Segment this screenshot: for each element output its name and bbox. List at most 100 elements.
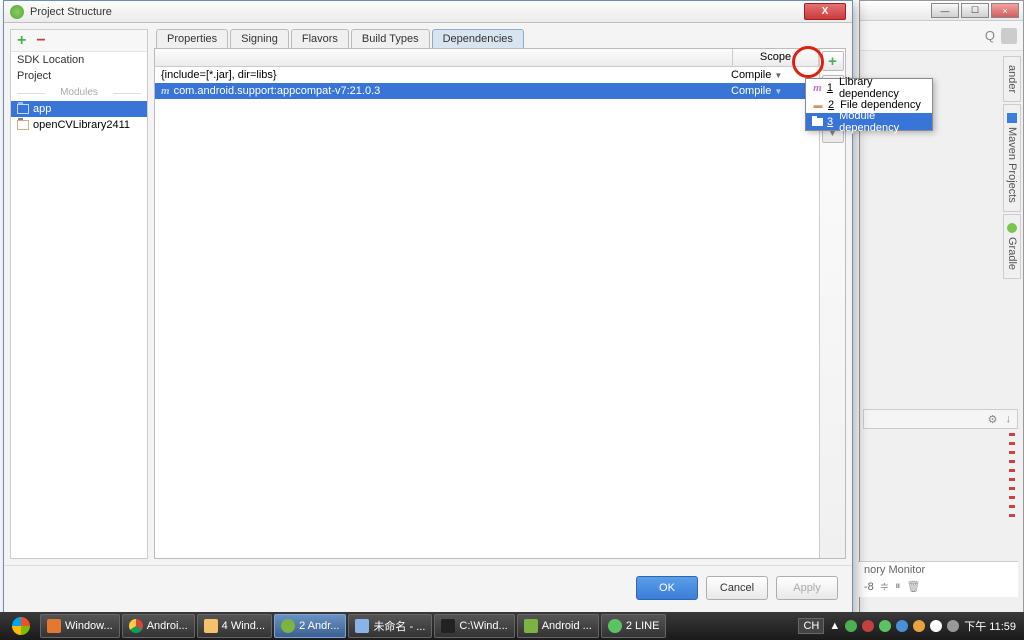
sidebar-add-icon[interactable]: + xyxy=(17,33,26,49)
sidebar-module-app[interactable]: app xyxy=(11,101,147,117)
ok-button[interactable]: OK xyxy=(636,576,698,600)
bg-toolbar: Q xyxy=(860,21,1023,51)
chevron-down-icon[interactable]: ▼ xyxy=(774,87,782,96)
sidebar-separator-modules: Modules xyxy=(11,84,147,101)
explorer-icon xyxy=(204,619,218,633)
bg-minimize-button[interactable]: — xyxy=(931,3,959,18)
sidebar-item-sdk-location[interactable]: SDK Location xyxy=(11,52,147,68)
taskbar-item[interactable]: Androi... xyxy=(122,614,195,638)
chevron-down-icon[interactable]: ▼ xyxy=(774,71,782,80)
popup-hotkey: 1 xyxy=(827,82,833,94)
memory-monitor: nory Monitor -8 ≑ ⏸ 🗑 xyxy=(858,561,1018,597)
tab-signing[interactable]: Signing xyxy=(230,29,289,48)
right-tab-maven[interactable]: Maven Projects xyxy=(1003,104,1021,212)
tray-icon[interactable] xyxy=(913,620,925,632)
popup-module-dependency[interactable]: 3 Module dependency xyxy=(806,113,932,130)
language-indicator[interactable]: CH xyxy=(798,618,824,634)
chrome-icon xyxy=(129,619,143,633)
apply-button[interactable]: Apply xyxy=(776,576,838,600)
tab-dependencies[interactable]: Dependencies xyxy=(432,29,524,48)
project-structure-dialog: Project Structure X + − SDK Location Pro… xyxy=(3,0,853,618)
dependency-name: {include=[*.jar], dir=libs} xyxy=(161,69,277,81)
windows-logo-icon xyxy=(12,617,30,635)
bg-tool-buttons: ⚙ ↓ xyxy=(863,409,1018,429)
system-tray: CH ▲ 下午 11:59 xyxy=(798,618,1020,634)
arrow-down-icon[interactable]: ↓ xyxy=(1006,413,1012,425)
cmd-icon xyxy=(441,619,455,633)
taskbar-item[interactable]: Window... xyxy=(40,614,120,638)
sidebar-module-label: openCVLibrary2411 xyxy=(33,119,130,131)
tray-icon[interactable] xyxy=(879,620,891,632)
bg-titlebar: — ☐ × xyxy=(860,1,1023,21)
taskbar: Window... Androi... 4 Wind... 2 Andr... … xyxy=(0,612,1024,640)
tray-icon[interactable] xyxy=(896,620,908,632)
right-tab-gradle[interactable]: Gradle xyxy=(1003,214,1021,279)
maven-icon: m xyxy=(161,85,170,97)
tab-bar: Properties Signing Flavors Build Types D… xyxy=(154,29,846,48)
error-stripe xyxy=(1009,433,1015,523)
dialog-app-icon xyxy=(10,5,24,19)
bg-maximize-button[interactable]: ☐ xyxy=(961,3,989,18)
popup-item-label: Module dependency xyxy=(839,110,926,134)
bg-close-button[interactable]: × xyxy=(991,3,1019,18)
file-stack-icon: ▬ xyxy=(814,100,823,110)
bg-right-tabs: ander Maven Projects Gradle xyxy=(1003,56,1023,281)
dialog-footer: OK Cancel Apply xyxy=(4,565,852,609)
memory-monitor-title: nory Monitor xyxy=(864,564,1012,576)
taskbar-item[interactable]: 2 Andr... xyxy=(274,614,346,638)
folder-icon xyxy=(17,104,29,114)
dependency-scope: Compile xyxy=(731,69,771,81)
popup-library-dependency[interactable]: m 1 Library dependency xyxy=(806,79,932,96)
dependency-scope: Compile xyxy=(731,85,771,97)
sidebar-item-project[interactable]: Project xyxy=(11,68,147,84)
tray-icon[interactable] xyxy=(947,620,959,632)
maven-icon: m xyxy=(813,82,822,94)
tray-icon[interactable] xyxy=(845,620,857,632)
dependency-row[interactable]: m com.android.support:appcompat-v7:21.0.… xyxy=(155,83,819,99)
folder-icon xyxy=(812,118,823,126)
dependencies-area: Scope {include=[*.jar], dir=libs} Compil… xyxy=(154,48,846,559)
popup-hotkey: 3 xyxy=(827,116,833,128)
dependency-name: com.android.support:appcompat-v7:21.0.3 xyxy=(174,85,381,97)
dialog-titlebar[interactable]: Project Structure X xyxy=(4,1,852,23)
taskbar-item[interactable]: Android ... xyxy=(517,614,599,638)
trash-icon[interactable]: 🗑 xyxy=(907,580,921,593)
clock[interactable]: 下午 11:59 xyxy=(964,618,1016,634)
popup-hotkey: 2 xyxy=(828,99,834,111)
folder-icon xyxy=(17,120,29,130)
tray-arrow-icon[interactable]: ▲ xyxy=(829,620,840,632)
taskbar-item[interactable]: 4 Wind... xyxy=(197,614,272,638)
tray-icon[interactable] xyxy=(862,620,874,632)
tray-icon[interactable] xyxy=(930,620,942,632)
add-dependency-button[interactable]: + xyxy=(822,51,844,71)
sidebar-remove-icon[interactable]: − xyxy=(36,33,45,49)
start-button[interactable] xyxy=(4,613,38,639)
header-name-col[interactable] xyxy=(155,49,733,66)
sidebar-toolbar: + − xyxy=(11,30,147,52)
add-dependency-popup: m 1 Library dependency ▬ 2 File dependen… xyxy=(805,78,933,131)
dialog-title: Project Structure xyxy=(30,6,804,18)
header-scope-col[interactable]: Scope xyxy=(733,49,819,66)
memory-level: -8 xyxy=(864,581,874,593)
dialog-close-button[interactable]: X xyxy=(804,3,846,20)
tab-properties[interactable]: Properties xyxy=(156,29,228,48)
tab-flavors[interactable]: Flavors xyxy=(291,29,349,48)
taskbar-item[interactable]: 未命名 - ... xyxy=(348,614,432,638)
sidebar-module-opencv[interactable]: openCVLibrary2411 xyxy=(11,117,147,133)
android-icon xyxy=(524,619,538,633)
search-icon[interactable]: Q xyxy=(985,28,995,43)
tab-build-types[interactable]: Build Types xyxy=(351,29,430,48)
memory-suffix-icon: ≑ xyxy=(880,580,889,593)
cancel-button[interactable]: Cancel xyxy=(706,576,768,600)
paint-icon xyxy=(355,619,369,633)
right-tab-commander[interactable]: ander xyxy=(1003,56,1021,102)
taskbar-item[interactable]: C:\Wind... xyxy=(434,614,514,638)
gear-icon[interactable]: ⚙ xyxy=(988,413,998,426)
sidebar-module-label: app xyxy=(33,103,51,115)
android-studio-icon xyxy=(281,619,295,633)
taskbar-item[interactable]: 2 LINE xyxy=(601,614,667,638)
avatar-icon[interactable] xyxy=(1001,28,1017,44)
line-icon xyxy=(608,619,622,633)
dependency-row[interactable]: {include=[*.jar], dir=libs} Compile ▼ xyxy=(155,67,819,83)
pause-icon[interactable]: ⏸ xyxy=(895,580,901,593)
